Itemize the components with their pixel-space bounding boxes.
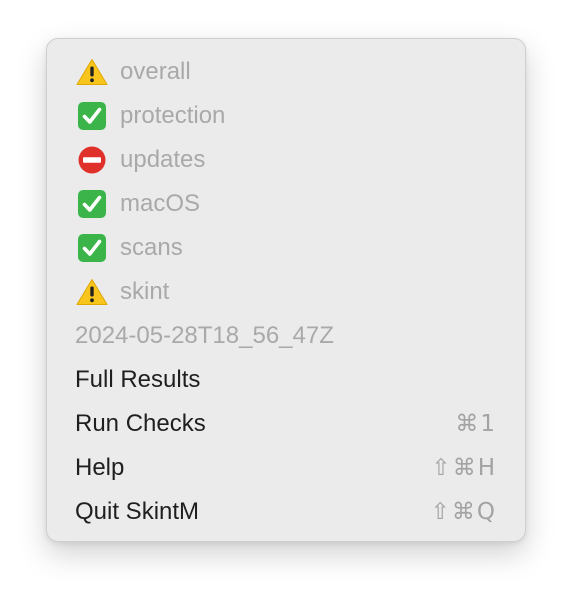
status-item-overall: overall xyxy=(47,50,525,94)
warning-icon xyxy=(75,277,109,307)
keyboard-shortcut: ⇧⌘H xyxy=(431,455,497,481)
timestamp-label: 2024-05-28T18_56_47Z xyxy=(75,322,334,349)
quit-menu-item[interactable]: Quit SkintM ⇧⌘Q xyxy=(47,490,525,534)
check-icon xyxy=(75,189,109,219)
status-menu: overall protection updates macOS scans s… xyxy=(46,38,526,542)
keyboard-shortcut: ⇧⌘Q xyxy=(430,499,497,525)
menu-item-label: Full Results xyxy=(75,366,201,393)
status-item-label: macOS xyxy=(120,190,201,217)
status-item-label: overall xyxy=(120,58,191,85)
status-item-label: updates xyxy=(120,146,206,173)
check-icon xyxy=(75,233,109,263)
status-item-skint: skint xyxy=(47,270,525,314)
warning-icon xyxy=(75,57,109,87)
full-results-menu-item[interactable]: Full Results xyxy=(47,358,525,402)
run-checks-menu-item[interactable]: Run Checks ⌘1 xyxy=(47,402,525,446)
status-item-label: scans xyxy=(120,234,183,261)
menu-item-label: Run Checks xyxy=(75,410,206,437)
status-item-macos: macOS xyxy=(47,182,525,226)
check-icon xyxy=(75,101,109,131)
help-menu-item[interactable]: Help ⇧⌘H xyxy=(47,446,525,490)
status-item-scans: scans xyxy=(47,226,525,270)
status-item-updates: updates xyxy=(47,138,525,182)
no-entry-icon xyxy=(75,145,109,175)
keyboard-shortcut: ⌘1 xyxy=(455,411,497,437)
status-item-label: skint xyxy=(120,278,170,305)
timestamp-item: 2024-05-28T18_56_47Z xyxy=(47,314,525,358)
status-item-label: protection xyxy=(120,102,226,129)
status-item-protection: protection xyxy=(47,94,525,138)
